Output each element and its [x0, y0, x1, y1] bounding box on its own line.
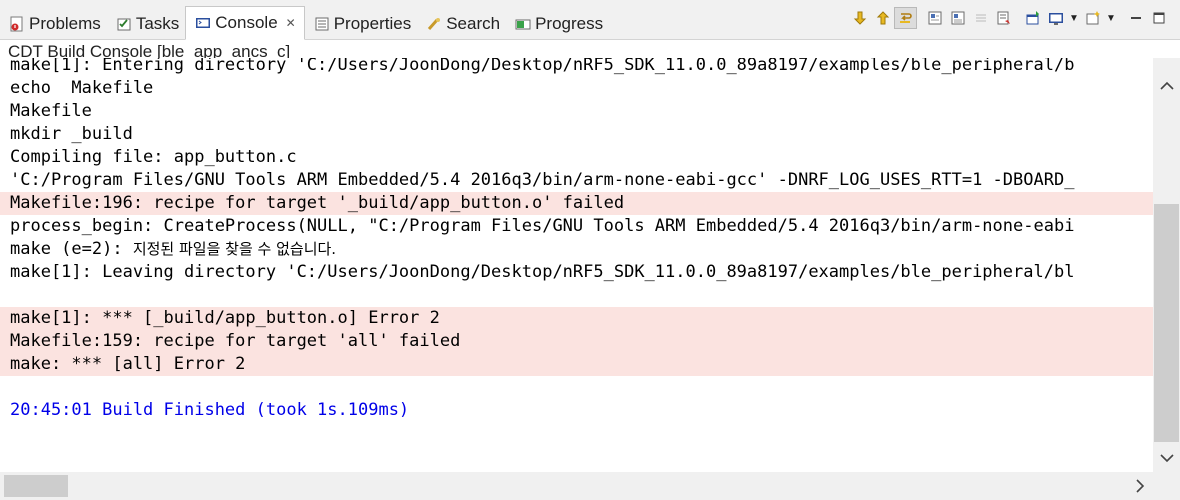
error-line: make[1]: *** [_build/app_button.o] Error… — [0, 307, 1153, 330]
tab-label: Tasks — [135, 14, 180, 33]
tab-label: Properties — [333, 14, 412, 33]
open-console-icon[interactable] — [1021, 7, 1044, 29]
horizontal-scroll-thumb[interactable] — [4, 475, 68, 497]
chevron-down-icon[interactable] — [1153, 444, 1180, 472]
line-text: process_begin: CreateProcess(NULL, "C:/P… — [10, 216, 1075, 236]
copy-output-icon[interactable] — [946, 7, 969, 29]
scroll-lock-icon[interactable] — [848, 7, 871, 29]
console-icon — [194, 14, 212, 32]
line-text-suffix: 지정된 파일을 찾을 수 없습니다. — [132, 240, 337, 258]
new-console-icon[interactable] — [1081, 7, 1104, 29]
horizontal-scrollbar[interactable] — [0, 472, 1153, 500]
show-next-console-icon[interactable] — [871, 7, 894, 29]
chevron-up-icon[interactable] — [1153, 72, 1180, 100]
output-line: Compiling file: app_button.c — [10, 146, 297, 169]
console-toolbar: ▼ ▼ — [848, 6, 1170, 30]
output-line: mkdir _build — [10, 123, 133, 146]
output-line: echo Makefile — [10, 77, 153, 100]
problems-icon — [8, 15, 26, 33]
output-line: Makefile — [10, 100, 92, 123]
output-line: process_begin: CreateProcess(NULL, "C:/P… — [10, 215, 1074, 238]
properties-icon — [313, 15, 331, 33]
output-line: make[1]: Leaving directory 'C:/Users/Joo… — [10, 261, 1074, 284]
output-line: 'C:/Program Files/GNU Tools ARM Embedded… — [10, 169, 1074, 192]
minimize-icon[interactable] — [1124, 7, 1147, 29]
tab-progress[interactable]: Progress — [506, 8, 609, 40]
display-console-icon[interactable] — [1044, 7, 1067, 29]
vertical-scrollbar[interactable] — [1153, 58, 1180, 472]
display-selected-console-icon[interactable] — [992, 7, 1015, 29]
tab-search[interactable]: Search — [417, 8, 506, 40]
tab-properties[interactable]: Properties — [305, 8, 417, 40]
line-text: 'C:/Program Files/GNU Tools ARM Embedded… — [10, 170, 1075, 190]
close-icon[interactable]: ✕ — [286, 16, 296, 30]
line-text: make[1]: *** [_build/app_button.o] Error… — [10, 308, 440, 328]
tab-label: Console — [215, 13, 278, 32]
vertical-scroll-thumb[interactable] — [1154, 204, 1179, 442]
line-text: make[1]: Leaving directory 'C:/Users/Joo… — [10, 262, 1075, 282]
build-finished-line: 20:45:01 Build Finished (took 1s.109ms) — [10, 399, 409, 422]
output-line: make (e=2): 지정된 파일을 찾을 수 없습니다. — [10, 238, 336, 261]
console-output[interactable]: make[1]: Entering directory 'C:/Users/Jo… — [0, 58, 1153, 472]
view-tabs: Problems Tasks Console ✕ Properties Sear… — [0, 6, 609, 40]
line-text: Makefile:159: recipe for target 'all' fa… — [10, 331, 461, 351]
tab-tasks[interactable]: Tasks — [107, 8, 185, 40]
output-line: make[1]: Entering directory 'C:/Users/Jo… — [10, 58, 1074, 77]
line-text: mkdir _build — [10, 124, 133, 144]
view-tab-bar: Problems Tasks Console ✕ Properties Sear… — [0, 0, 1180, 40]
line-text: Compiling file: app_button.c — [10, 147, 297, 167]
line-text: make (e=2): — [10, 239, 133, 259]
search-icon — [425, 15, 443, 33]
word-wrap-icon[interactable] — [894, 7, 917, 29]
scrollbar-corner — [1153, 472, 1180, 500]
tab-label: Search — [446, 14, 501, 33]
clear-console-icon[interactable] — [923, 7, 946, 29]
chevron-right-icon[interactable] — [1126, 472, 1153, 500]
line-text: make[1]: Entering directory 'C:/Users/Jo… — [10, 58, 1075, 75]
tasks-icon — [115, 15, 133, 33]
maximize-icon[interactable] — [1147, 7, 1170, 29]
tab-console[interactable]: Console ✕ — [185, 6, 305, 40]
error-line: make: *** [all] Error 2 — [0, 353, 1153, 376]
chevron-down-icon[interactable]: ▼ — [1104, 7, 1118, 29]
line-text: 20:45:01 Build Finished (took 1s.109ms) — [10, 400, 410, 420]
tab-problems[interactable]: Problems — [0, 8, 107, 40]
progress-icon — [514, 15, 532, 33]
tab-label: Problems — [29, 14, 101, 33]
error-line: Makefile:196: recipe for target '_build/… — [0, 192, 1153, 215]
line-text: Makefile — [10, 101, 92, 121]
line-text: echo Makefile — [10, 78, 154, 98]
tab-label: Progress — [535, 14, 604, 33]
line-text: Makefile:196: recipe for target '_build/… — [10, 193, 625, 213]
chevron-down-icon[interactable]: ▼ — [1067, 7, 1081, 29]
line-text: make: *** [all] Error 2 — [10, 354, 246, 374]
pin-console-icon[interactable] — [969, 7, 992, 29]
error-line: Makefile:159: recipe for target 'all' fa… — [0, 330, 1153, 353]
